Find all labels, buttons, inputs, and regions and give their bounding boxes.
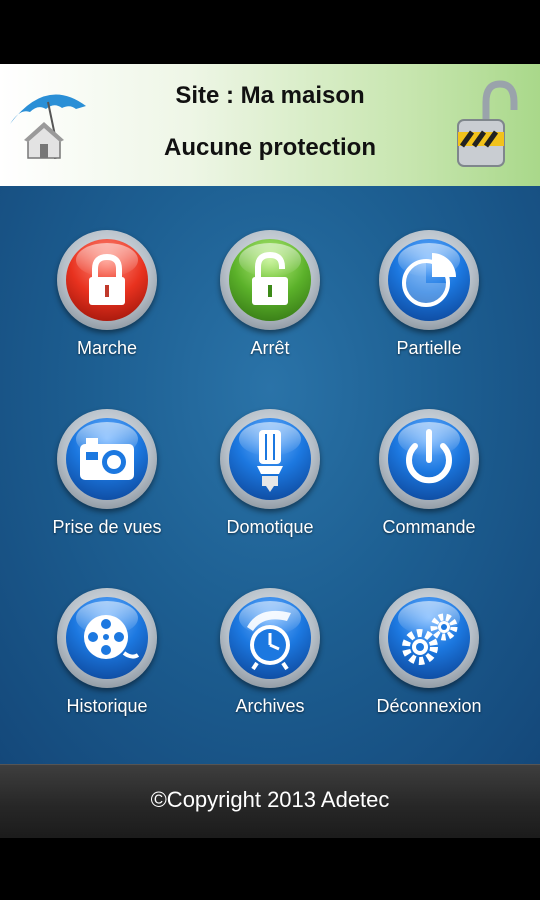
locked-padlock-icon — [89, 253, 125, 305]
deconnexion-label: Déconnexion — [376, 696, 482, 716]
footer-bar: ©Copyright 2013 Adetec — [0, 764, 540, 839]
deconnexion-button[interactable]: Déconnexion — [344, 588, 514, 758]
site-title: Site : Ma maison — [175, 82, 365, 109]
marche-button[interactable]: Marche — [22, 230, 192, 400]
light-bulb-icon — [257, 430, 283, 492]
prise-de-vues-button[interactable]: Prise de vues — [22, 409, 192, 579]
partielle-button[interactable]: Partielle — [344, 230, 514, 400]
power-icon — [406, 429, 452, 484]
historique-button[interactable]: Historique — [22, 588, 192, 758]
arret-button[interactable]: Arrêt — [185, 230, 355, 400]
pie-chart-icon — [402, 253, 456, 307]
arret-label: Arrêt — [250, 338, 290, 358]
top-status-bar — [0, 0, 540, 64]
copyright-text: ©Copyright 2013 Adetec — [150, 787, 390, 812]
bottom-bar — [0, 838, 540, 900]
stopwatch-icon — [247, 610, 291, 671]
partielle-label: Partielle — [396, 338, 462, 358]
house-umbrella-icon — [10, 94, 86, 159]
historique-label: Historique — [66, 696, 148, 716]
domotique-label: Domotique — [226, 517, 314, 537]
main-menu-grid: Marche Arrêt Partielle Prise de vues Dom… — [0, 186, 540, 764]
film-reel-icon — [84, 615, 140, 659]
commande-label: Commande — [382, 517, 476, 537]
prise-de-vues-label: Prise de vues — [52, 517, 162, 537]
marche-label: Marche — [76, 338, 138, 358]
gears-icon — [402, 613, 458, 665]
commande-button[interactable]: Commande — [344, 409, 514, 579]
header-banner: Site : Ma maison Aucune protection — [0, 64, 540, 188]
archives-label: Archives — [235, 696, 305, 716]
camera-icon — [80, 438, 134, 480]
domotique-button[interactable]: Domotique — [185, 409, 355, 579]
open-padlock-icon — [457, 80, 518, 167]
archives-button[interactable]: Archives — [185, 588, 355, 758]
unlocked-padlock-icon — [252, 251, 288, 305]
protection-status: Aucune protection — [163, 134, 376, 161]
